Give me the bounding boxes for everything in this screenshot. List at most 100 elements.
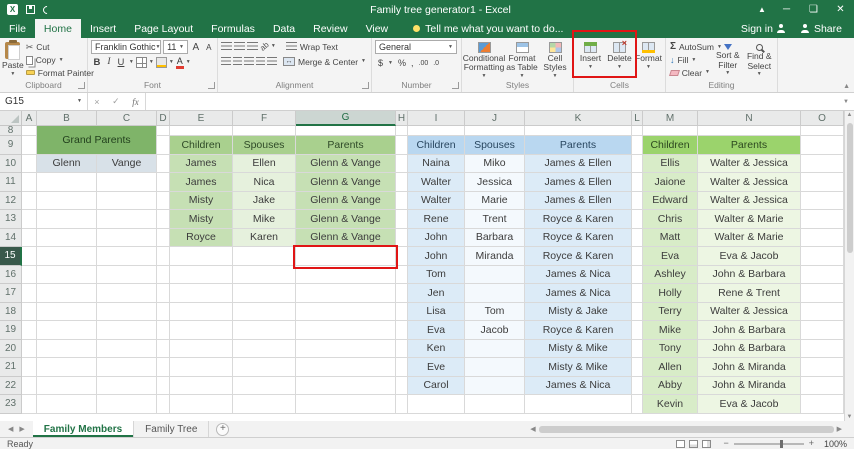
cell-O19[interactable] [801, 321, 844, 340]
cell-B8[interactable]: Grand Parents [37, 126, 157, 155]
cell-C18[interactable] [97, 303, 157, 322]
cell-O9[interactable] [801, 136, 844, 155]
cell-A8[interactable] [22, 126, 37, 136]
align-right-icon[interactable] [244, 57, 254, 66]
cell-A16[interactable] [22, 266, 37, 285]
cell-E22[interactable] [170, 377, 233, 396]
font-color-icon[interactable]: A [176, 57, 184, 69]
cell-I16[interactable]: Tom [408, 266, 465, 285]
cell-L17[interactable] [632, 284, 643, 303]
cell-N23[interactable]: Eva & Jacob [698, 395, 801, 414]
cell-E19[interactable] [170, 321, 233, 340]
cell-N13[interactable]: Walter & Marie [698, 210, 801, 229]
cell-K12[interactable]: James & Ellen [525, 192, 632, 211]
tab-view[interactable]: View [357, 19, 398, 38]
cell-D18[interactable] [157, 303, 170, 322]
percent-button[interactable]: % [398, 58, 406, 68]
cell-M8[interactable] [643, 126, 698, 136]
horizontal-scrollbar[interactable]: ◀ ▶ [530, 421, 854, 437]
paste-button[interactable]: Paste ▼ [2, 40, 24, 79]
cell-M11[interactable]: Jaione [643, 173, 698, 192]
cell-N14[interactable]: Walter & Marie [698, 229, 801, 248]
cell-G17[interactable] [296, 284, 396, 303]
cell-C12[interactable] [97, 192, 157, 211]
cell-K17[interactable]: James & Nica [525, 284, 632, 303]
cell-O16[interactable] [801, 266, 844, 285]
column-header-D[interactable]: D [157, 111, 170, 126]
cell-F14[interactable]: Karen [233, 229, 296, 248]
cell-N8[interactable] [698, 126, 801, 136]
cell-K8[interactable] [525, 126, 632, 136]
cell-O13[interactable] [801, 210, 844, 229]
cell-I14[interactable]: John [408, 229, 465, 248]
sort-filter-button[interactable]: Sort & Filter ▼ [712, 40, 744, 79]
align-top-icon[interactable] [221, 42, 232, 51]
cell-N17[interactable]: Rene & Trent [698, 284, 801, 303]
cell-F23[interactable] [233, 395, 296, 414]
tab-data[interactable]: Data [264, 19, 304, 38]
cell-K23[interactable] [525, 395, 632, 414]
cell-O15[interactable] [801, 247, 844, 266]
tell-me-box[interactable]: Tell me what you want to do... [413, 19, 563, 38]
cell-N22[interactable]: John & Miranda [698, 377, 801, 396]
cell-L22[interactable] [632, 377, 643, 396]
vertical-scrollbar[interactable]: ▲ ▼ [844, 111, 854, 421]
row-header-19[interactable]: 19 [0, 321, 22, 340]
cell-C19[interactable] [97, 321, 157, 340]
cell-E8[interactable] [170, 126, 233, 136]
cell-G23[interactable] [296, 395, 396, 414]
cell-A18[interactable] [22, 303, 37, 322]
cell-B21[interactable] [37, 358, 97, 377]
cell-E16[interactable] [170, 266, 233, 285]
previous-sheet-icon[interactable]: ◀ [8, 425, 13, 433]
cell-D9[interactable] [157, 136, 170, 155]
cell-C21[interactable] [97, 358, 157, 377]
cell-M14[interactable]: Matt [643, 229, 698, 248]
dialog-launcher-icon[interactable] [78, 82, 85, 89]
align-center-icon[interactable] [233, 57, 243, 66]
cell-K22[interactable]: James & Nica [525, 377, 632, 396]
cell-J18[interactable]: Tom [465, 303, 525, 322]
page-layout-view-icon[interactable] [689, 440, 698, 448]
font-name-combo[interactable]: Franklin Gothic▼ [91, 40, 161, 54]
zoom-in-icon[interactable]: + [809, 439, 814, 448]
cell-O21[interactable] [801, 358, 844, 377]
cell-M21[interactable]: Allen [643, 358, 698, 377]
align-left-icon[interactable] [221, 57, 231, 66]
column-header-A[interactable]: A [22, 111, 37, 126]
cell-D11[interactable] [157, 173, 170, 192]
cell-D19[interactable] [157, 321, 170, 340]
cell-M17[interactable]: Holly [643, 284, 698, 303]
cell-F19[interactable] [233, 321, 296, 340]
cell-D15[interactable] [157, 247, 170, 266]
column-header-M[interactable]: M [643, 111, 698, 126]
cell-G8[interactable] [296, 126, 396, 136]
row-header-15[interactable]: 15 [0, 247, 22, 266]
cell-D10[interactable] [157, 155, 170, 174]
excel-app-icon[interactable]: X [7, 4, 18, 15]
name-box[interactable]: G15 ▼ [0, 93, 88, 110]
tab-file[interactable]: File [0, 19, 35, 38]
align-middle-icon[interactable] [234, 42, 245, 51]
row-header-16[interactable]: 16 [0, 266, 22, 285]
cell-J16[interactable] [465, 266, 525, 285]
sign-in-button[interactable]: Sign in [741, 23, 786, 35]
bold-button[interactable]: B [91, 56, 103, 69]
cell-G11[interactable]: Glenn & Vange [296, 173, 396, 192]
cell-E21[interactable] [170, 358, 233, 377]
cell-H11[interactable] [396, 173, 408, 192]
undo-icon[interactable] [41, 4, 52, 15]
cell-I20[interactable]: Ken [408, 340, 465, 359]
cell-E14[interactable]: Royce [170, 229, 233, 248]
cell-N11[interactable]: Walter & Jessica [698, 173, 801, 192]
cell-N21[interactable]: John & Miranda [698, 358, 801, 377]
cell-D20[interactable] [157, 340, 170, 359]
cell-F18[interactable] [233, 303, 296, 322]
cell-I9[interactable]: Children [408, 136, 465, 155]
cancel-icon[interactable]: × [94, 97, 99, 107]
cell-J19[interactable]: Jacob [465, 321, 525, 340]
cell-N9[interactable]: Parents [698, 136, 801, 155]
cell-K11[interactable]: James & Ellen [525, 173, 632, 192]
cell-M12[interactable]: Edward [643, 192, 698, 211]
cell-O20[interactable] [801, 340, 844, 359]
